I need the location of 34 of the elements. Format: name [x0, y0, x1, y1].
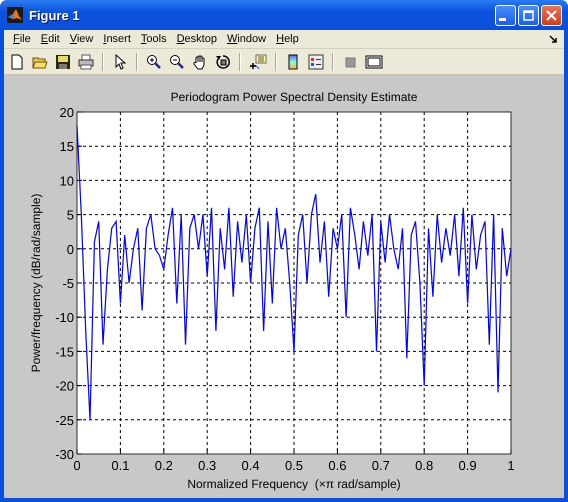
x-tick-label: 0.3 — [198, 458, 216, 473]
x-tick-label: 0.7 — [372, 458, 390, 473]
y-tick-label: -15 — [55, 344, 74, 360]
window-title: Figure 1 — [29, 8, 81, 22]
menu-item[interactable]: View — [66, 33, 98, 45]
y-tick-label: 0 — [66, 242, 74, 257]
y-tick-label: -30 — [55, 447, 74, 462]
y-tick-label: 20 — [60, 105, 74, 120]
y-axis-label: Power/frequency (dB/rad/sample) — [29, 194, 43, 372]
y-tick-label: -20 — [55, 378, 74, 394]
menu-item[interactable]: File — [10, 33, 36, 45]
y-tick-label: -25 — [55, 412, 74, 428]
menu-item[interactable]: Edit — [38, 33, 65, 45]
y-tick-label: 10 — [60, 173, 74, 188]
x-tick-label: 0 — [73, 458, 81, 473]
menu-item[interactable]: Help — [273, 33, 304, 45]
x-tick-label: 0.8 — [415, 458, 434, 473]
y-tick-label: -10 — [55, 310, 74, 326]
y-tick-label: 5 — [66, 208, 74, 223]
plot-title: Periodogram Power Spectral Density Estimate — [170, 90, 418, 104]
x-tick-label: 1 — [507, 458, 515, 473]
x-tick-label: 0.1 — [111, 458, 130, 473]
x-tick-label: 0.6 — [328, 458, 346, 473]
y-tick-label: -5 — [62, 276, 74, 291]
x-tick-label: 0.4 — [242, 458, 260, 473]
menu-item[interactable]: Tools — [138, 33, 172, 45]
menu-item[interactable]: Insert — [100, 33, 136, 45]
x-axis-label: Normalized Frequency (×π rad/sample) — [187, 477, 401, 491]
y-tick-label: 15 — [60, 139, 74, 154]
menu-item[interactable]: Window — [224, 33, 272, 45]
x-tick-label: 0.5 — [284, 458, 304, 473]
x-tick-label: 0.9 — [458, 458, 477, 473]
menu-item[interactable]: Desktop — [174, 33, 222, 45]
x-tick-label: 0.2 — [154, 458, 173, 473]
